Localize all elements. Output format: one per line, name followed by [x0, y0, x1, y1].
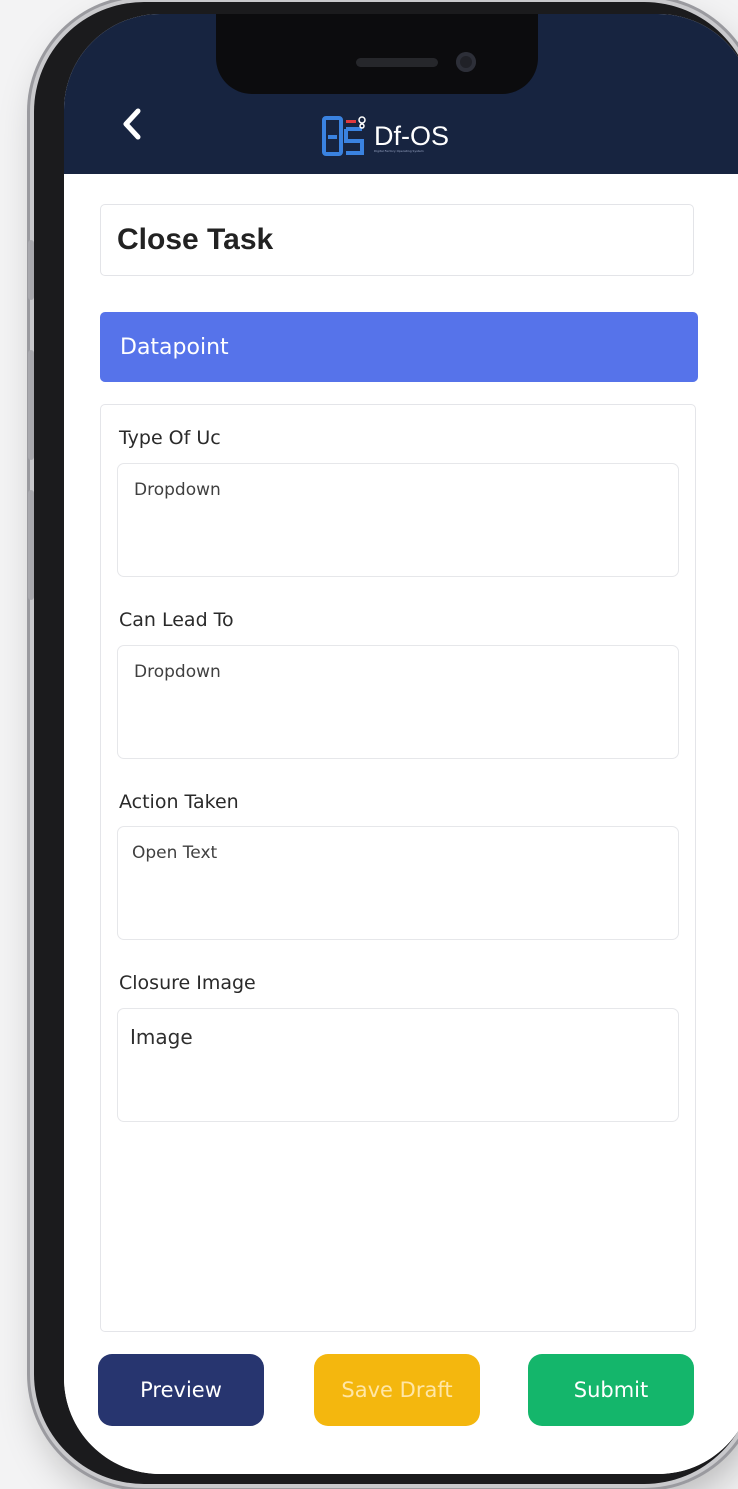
notch	[216, 14, 538, 94]
can-lead-to-dropdown[interactable]: Dropdown	[117, 645, 679, 759]
back-chevron-icon	[123, 108, 141, 140]
field-label-action-taken: Action Taken	[119, 791, 239, 813]
silent-switch	[28, 240, 34, 300]
preview-button[interactable]: Preview	[98, 1354, 264, 1426]
field-label-type-of-uc: Type Of Uc	[119, 427, 221, 449]
speaker	[356, 58, 438, 67]
save-draft-button[interactable]: Save Draft	[314, 1354, 480, 1426]
action-taken-input[interactable]: Open Text	[117, 826, 679, 940]
logo-text: Df-OS	[374, 120, 450, 151]
app-header: Df-OS Digital Factory Operating System	[64, 14, 738, 174]
type-of-uc-dropdown[interactable]: Dropdown	[117, 463, 679, 577]
section-header-datapoint[interactable]: Datapoint	[100, 312, 698, 382]
page-title: Close Task	[117, 223, 274, 256]
logo-subtitle: Digital Factory Operating System	[374, 149, 424, 153]
app-logo: Df-OS Digital Factory Operating System	[322, 114, 449, 158]
phone-screen: Df-OS Digital Factory Operating System C…	[64, 14, 738, 1474]
datapoint-form: Type Of Uc Dropdown Can Lead To Dropdown…	[100, 404, 696, 1332]
field-label-closure-image: Closure Image	[119, 972, 256, 994]
submit-button[interactable]: Submit	[528, 1354, 694, 1426]
section-title: Datapoint	[120, 334, 229, 360]
volume-up-button	[28, 350, 34, 460]
page-title-card: Close Task	[100, 204, 694, 276]
camera	[456, 52, 476, 72]
volume-down-button	[28, 490, 34, 600]
closure-image-upload[interactable]: Image	[117, 1008, 679, 1122]
back-button[interactable]	[112, 102, 152, 146]
dfos-logo-icon	[322, 116, 366, 156]
field-label-can-lead-to: Can Lead To	[119, 609, 234, 631]
